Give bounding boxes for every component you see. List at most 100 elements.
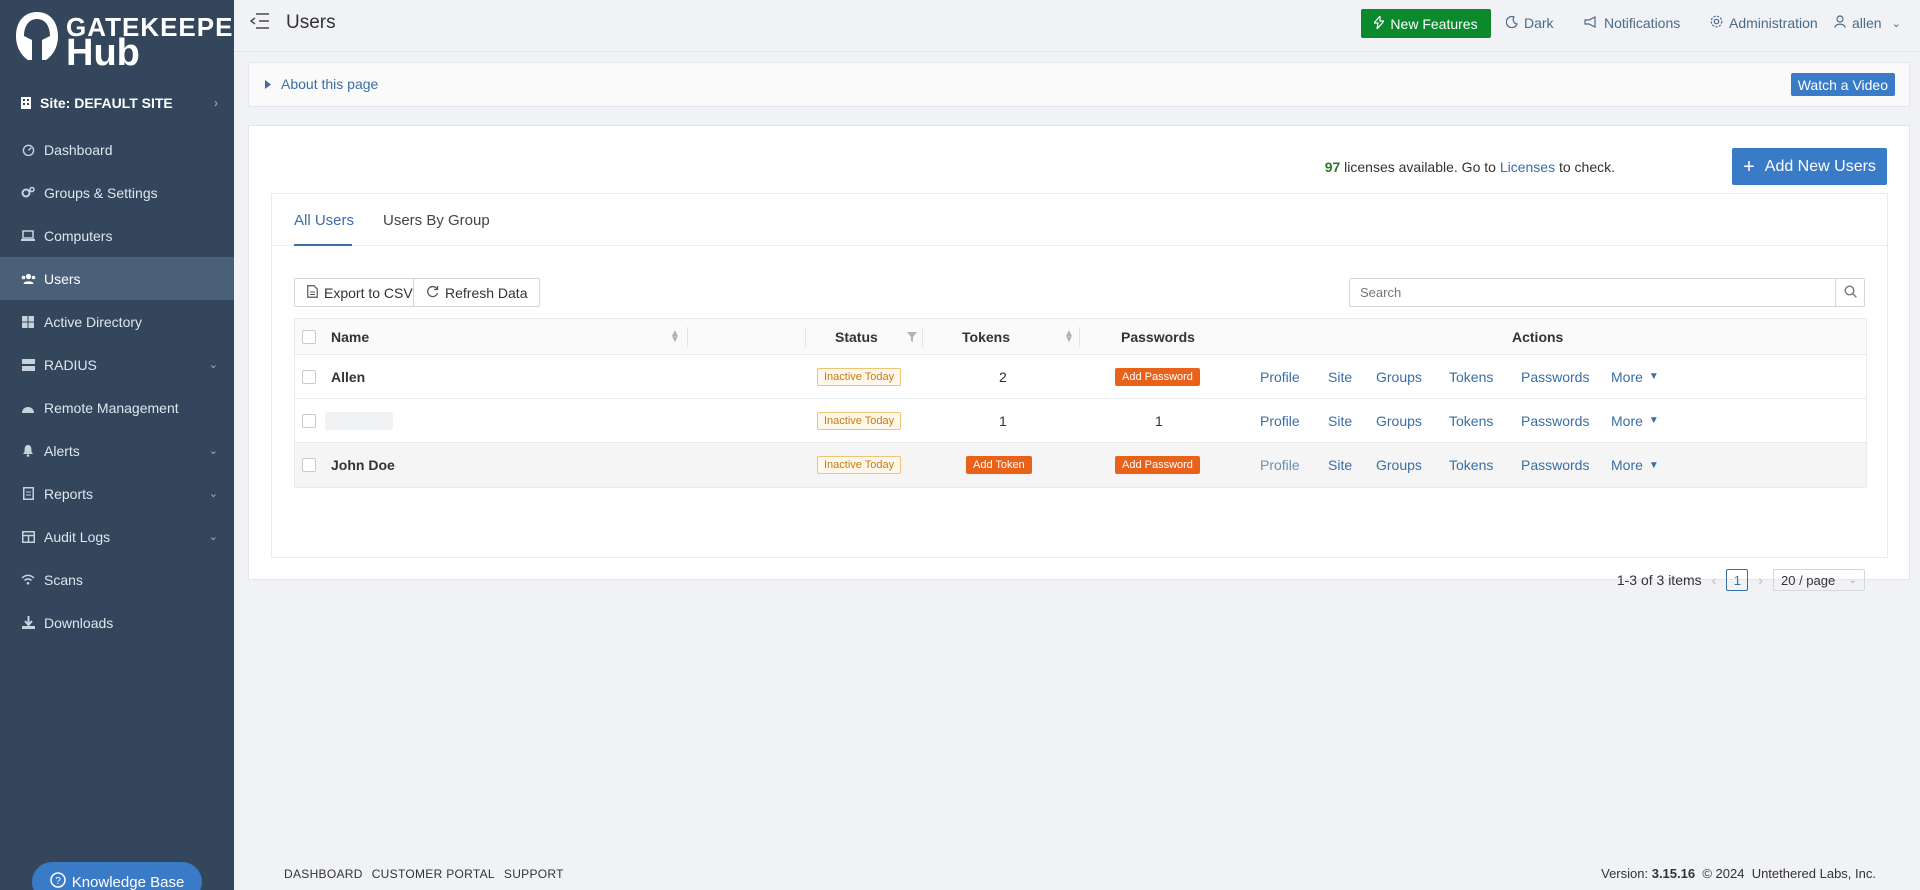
notifications-link[interactable]: Notifications xyxy=(1584,15,1680,31)
user-menu[interactable]: allen ⌄ xyxy=(1834,15,1901,31)
dark-mode-toggle[interactable]: Dark xyxy=(1505,15,1554,31)
top-header: Users New Features Dark Notifications Ad… xyxy=(234,0,1920,52)
action-groups[interactable]: Groups xyxy=(1376,399,1422,442)
sidebar-item-reports[interactable]: Reports ⌄ xyxy=(0,472,234,515)
search-input[interactable] xyxy=(1350,279,1836,306)
action-passwords[interactable]: Passwords xyxy=(1521,443,1589,487)
action-tokens[interactable]: Tokens xyxy=(1449,355,1493,398)
table-icon xyxy=(20,530,36,543)
add-token-button[interactable]: Add Token xyxy=(966,456,1032,474)
version-label: Version: xyxy=(1601,866,1649,881)
sidebar-item-label: Reports xyxy=(44,485,94,502)
row-checkbox[interactable] xyxy=(302,443,316,487)
add-password-button[interactable]: Add Password xyxy=(1115,367,1200,386)
action-more[interactable]: More ▼ xyxy=(1611,355,1659,398)
svg-text:?: ? xyxy=(55,876,61,887)
action-profile[interactable]: Profile xyxy=(1260,443,1300,487)
action-site[interactable]: Site xyxy=(1328,399,1352,442)
action-profile[interactable]: Profile xyxy=(1260,355,1300,398)
megaphone-icon xyxy=(1584,15,1598,31)
user-icon xyxy=(1834,15,1846,31)
action-more[interactable]: More ▼ xyxy=(1611,443,1659,487)
action-groups[interactable]: Groups xyxy=(1376,355,1422,398)
col-actions: Actions xyxy=(1512,328,1564,345)
menu-fold-icon[interactable] xyxy=(249,12,272,34)
col-passwords: Passwords xyxy=(1121,328,1195,345)
checkbox-box xyxy=(302,458,316,472)
action-passwords[interactable]: Passwords xyxy=(1521,399,1589,442)
action-more[interactable]: More ▼ xyxy=(1611,399,1659,442)
footer-link-dashboard[interactable]: DASHBOARD xyxy=(284,867,363,881)
moon-icon xyxy=(1505,15,1518,31)
refresh-data-button[interactable]: Refresh Data xyxy=(413,278,541,307)
action-passwords[interactable]: Passwords xyxy=(1521,355,1589,398)
row-checkbox[interactable] xyxy=(302,399,316,442)
new-features-button[interactable]: New Features xyxy=(1361,9,1491,38)
sidebar-item-label: Audit Logs xyxy=(44,528,111,545)
column-divider xyxy=(805,327,806,347)
checkbox-box xyxy=(302,329,316,344)
chevron-down-icon: ⌄ xyxy=(208,445,218,457)
pagination: 1-3 of 3 items ‹ 1 › 20 / page ⌄ xyxy=(1617,569,1865,591)
sidebar-item-alerts[interactable]: Alerts ⌄ xyxy=(0,429,234,472)
col-name: Name xyxy=(331,328,370,345)
question-circle-icon: ? xyxy=(49,872,66,890)
licenses-text-after: to check. xyxy=(1555,159,1615,175)
watch-video-button[interactable]: Watch a Video xyxy=(1790,73,1895,96)
action-groups[interactable]: Groups xyxy=(1376,443,1422,487)
knowledge-base-button[interactable]: ? Knowledge Base xyxy=(32,862,202,890)
tokens-cell: 2 xyxy=(999,368,1007,385)
add-new-users-button[interactable]: + Add New Users xyxy=(1732,148,1887,185)
users-table: Name ▲ ▼ Status Tokens ▲ ▼ Passwords Actio… xyxy=(294,318,1867,488)
search-box xyxy=(1349,278,1865,307)
checkbox-box xyxy=(302,413,316,428)
search-button[interactable] xyxy=(1835,279,1864,306)
user-name-cell[interactable] xyxy=(325,399,393,442)
status-filter[interactable] xyxy=(907,319,917,354)
sidebar-item-groups-settings[interactable]: Groups & Settings xyxy=(0,171,234,214)
action-site[interactable]: Site xyxy=(1328,443,1352,487)
footer-link-support[interactable]: SUPPORT xyxy=(504,867,564,881)
user-name-cell[interactable]: John Doe xyxy=(331,443,395,487)
add-password-button[interactable]: Add Password xyxy=(1115,456,1200,474)
action-tokens[interactable]: Tokens xyxy=(1449,399,1493,442)
export-csv-button[interactable]: Export to CSV xyxy=(294,278,426,307)
footer-link-customer-portal[interactable]: CUSTOMER PORTAL xyxy=(372,867,495,881)
action-site[interactable]: Site xyxy=(1328,355,1352,398)
sidebar-item-users[interactable]: Users xyxy=(0,257,234,300)
tokens-sorter[interactable]: ▲ ▼ xyxy=(1064,319,1074,354)
tab-users-by-group[interactable]: Users By Group xyxy=(383,212,490,229)
gatekeeper-logo[interactable]: GATEKEEPER Hub xyxy=(14,8,252,72)
prev-page-icon[interactable]: ‹ xyxy=(1712,572,1717,588)
sidebar-item-dashboard[interactable]: Dashboard xyxy=(0,128,234,171)
row-checkbox[interactable] xyxy=(302,355,316,398)
sidebar-item-label: Scans xyxy=(44,571,83,588)
page-size-select[interactable]: 20 / page ⌄ xyxy=(1773,569,1865,591)
sidebar-item-scans[interactable]: Scans xyxy=(0,558,234,601)
redacted-name xyxy=(325,411,393,430)
sidebar-item-downloads[interactable]: Downloads xyxy=(0,601,234,644)
site-selector[interactable]: Site: DEFAULT SITE › xyxy=(0,86,234,120)
users-icon xyxy=(20,273,36,285)
action-tokens[interactable]: Tokens xyxy=(1449,443,1493,487)
tab-all-users[interactable]: All Users xyxy=(294,212,354,229)
next-page-icon[interactable]: › xyxy=(1758,572,1763,588)
user-name-cell[interactable]: Allen xyxy=(331,355,365,398)
sidebar-item-label: Users xyxy=(44,270,81,287)
about-toggle[interactable]: About this page xyxy=(265,76,378,92)
action-profile[interactable]: Profile xyxy=(1260,399,1300,442)
sidebar-item-audit-logs[interactable]: Audit Logs ⌄ xyxy=(0,515,234,558)
sidebar-item-active-directory[interactable]: Active Directory xyxy=(0,300,234,343)
licenses-link[interactable]: Licenses xyxy=(1500,159,1555,175)
sidebar-item-remote-management[interactable]: Remote Management xyxy=(0,386,234,429)
page-number[interactable]: 1 xyxy=(1726,569,1749,591)
select-all-checkbox[interactable] xyxy=(302,319,316,354)
caret-right-icon xyxy=(265,76,271,92)
sidebar-item-radius[interactable]: RADIUS ⌄ xyxy=(0,343,234,386)
administration-link[interactable]: Administration xyxy=(1710,15,1818,31)
status-cell: Inactive Today xyxy=(817,443,902,487)
sidebar-item-computers[interactable]: Computers xyxy=(0,214,234,257)
name-sorter[interactable]: ▲ ▼ xyxy=(670,319,680,354)
users-tab-panel: All Users Users By Group Export to CSV R… xyxy=(271,193,1888,591)
cogs-icon xyxy=(20,186,36,199)
